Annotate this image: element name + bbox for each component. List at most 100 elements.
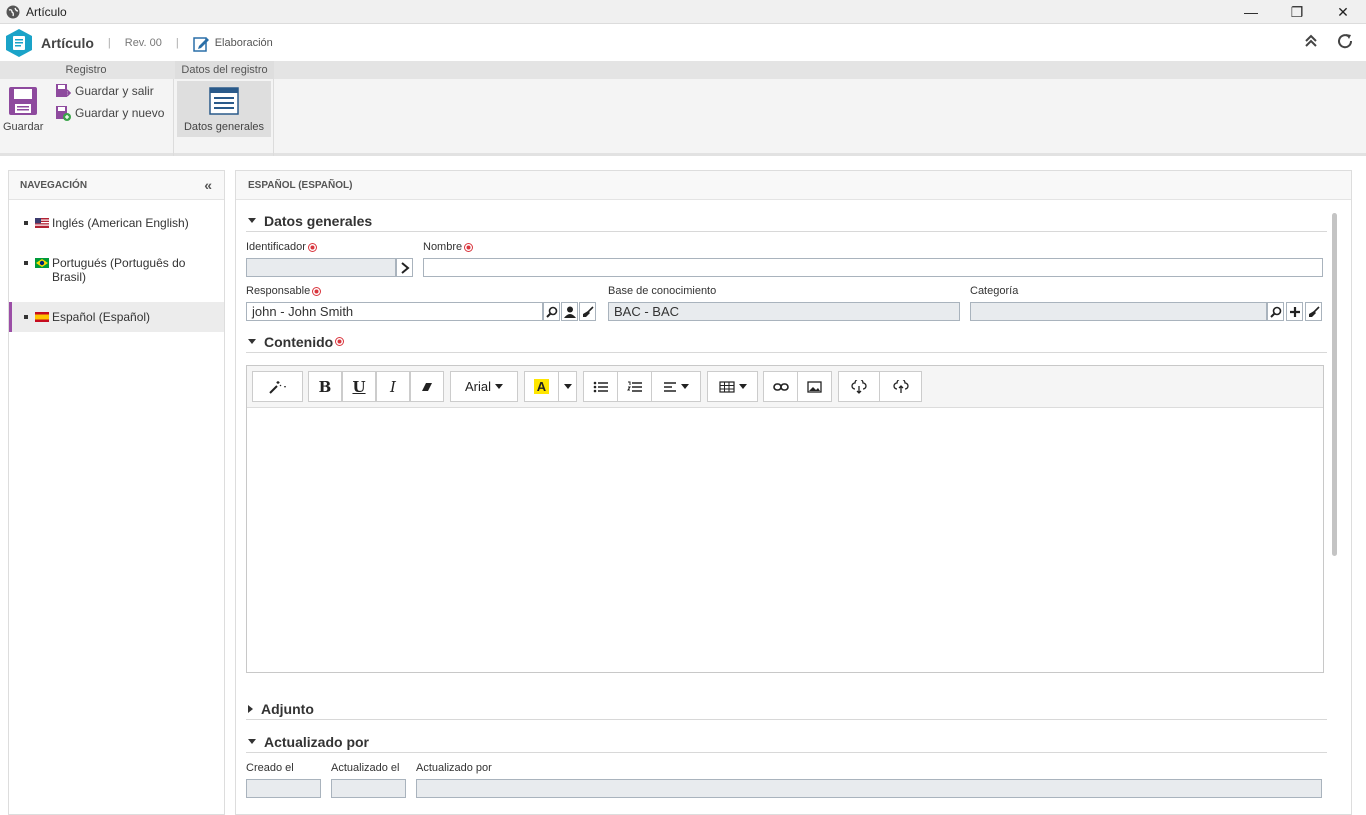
refresh-icon[interactable] [1336,33,1354,49]
header-separator: | [107,37,111,49]
underline-button[interactable]: U [342,371,376,402]
category-clear-button[interactable] [1305,302,1322,321]
nav-item-english[interactable]: Inglés (American English) [9,216,224,232]
name-label: Nombre [423,241,474,253]
bullet-list-button[interactable] [583,371,618,402]
bullet [24,261,28,265]
responsible-clear-button[interactable] [579,302,596,321]
knowledge-base-label: Base de conocimiento [608,285,717,297]
save-exit-button[interactable]: Guardar y salir [55,83,154,99]
search-icon [1269,306,1281,318]
required-icon [464,242,474,252]
restore-icon: ❐ [1290,3,1304,20]
rich-text-editor: B U I Arial A [246,365,1324,673]
window-title: Artículo [26,4,67,19]
font-family-select[interactable]: Arial [450,371,518,402]
nav-item-label: Español (Español) [52,310,151,324]
minimize-button[interactable]: — [1228,0,1274,24]
status-label: Elaboración [214,37,273,49]
italic-button[interactable]: I [376,371,410,402]
section-content[interactable]: Contenido [246,331,1327,353]
identifier-next-button[interactable] [396,258,413,277]
section-updated-by[interactable]: Actualizado por [246,731,1327,753]
category-field[interactable] [970,302,1267,321]
numbered-list-button[interactable] [617,371,652,402]
section-general-data[interactable]: Datos generales [246,210,1327,232]
save-new-label: Guardar y nuevo [75,106,165,120]
category-label: Categoría [970,285,1019,297]
main-panel: ESPAÑOL (ESPAÑOL) Datos generales Identi… [235,170,1352,815]
ribbon: Registro Datos del registro Guardar Guar… [0,61,1366,156]
close-button[interactable]: ✕ [1320,0,1366,24]
user-icon [563,306,576,318]
eraser-button[interactable] [410,371,444,402]
brazil-flag-icon [35,258,49,268]
caret-down-icon [248,339,256,344]
collapse-nav-icon[interactable]: « [204,177,212,193]
nav-item-spanish[interactable]: Español (Español) [9,302,224,332]
caret-down-icon [563,384,572,389]
highlight-dropdown[interactable] [558,371,577,402]
restore-button[interactable]: ❐ [1274,0,1320,24]
navigation-header: NAVEGACIÓN « [9,171,224,200]
align-left-icon [664,381,676,392]
created-on-field[interactable] [246,779,321,798]
name-field[interactable] [423,258,1323,277]
save-new-button[interactable]: Guardar y nuevo [55,105,164,121]
spain-flag-icon [35,312,49,322]
app-header: Artículo | Rev. 00 | Elaboración [0,25,1366,61]
updated-by-label: Actualizado por [416,762,492,774]
search-icon [545,306,557,318]
eraser-icon [422,382,432,391]
navigation-title: NAVEGACIÓN [20,179,88,191]
highlight-label: A [533,379,550,394]
caret-down-icon [495,384,503,389]
align-button[interactable] [651,371,701,402]
tab-datos-registro[interactable]: Datos del registro [175,61,274,79]
form-list-icon [209,87,239,115]
download-cloud-button[interactable] [838,371,880,402]
section-title: Contenido [264,333,334,350]
link-icon [772,382,789,391]
responsible-search-button[interactable] [543,302,560,321]
close-icon: ✕ [1337,3,1349,20]
updated-by-field[interactable] [416,779,1322,798]
tab-registro[interactable]: Registro [0,61,172,79]
category-add-button[interactable] [1286,302,1303,321]
magic-wand-icon [268,380,286,394]
general-data-button[interactable]: Datos generales [177,81,271,137]
section-attachment[interactable]: Adjunto [246,698,1327,720]
editor-content-area[interactable] [247,408,1323,673]
identifier-field[interactable] [246,258,396,277]
app-name: Artículo [41,35,94,51]
status-badge: Elaboración [192,35,273,52]
nav-item-portuguese[interactable]: Portugués (Português do Brasil) [9,256,224,286]
nav-item-label: Inglés (American English) [52,216,189,230]
save-exit-label: Guardar y salir [75,84,154,98]
responsible-label-text: Responsable [246,285,311,297]
table-button[interactable] [707,371,758,402]
save-button[interactable]: Guardar [3,85,43,133]
upload-cloud-button[interactable] [879,371,922,402]
image-icon [807,380,822,393]
knowledge-base-field[interactable]: BAC - BAC [608,302,960,321]
responsible-user-button[interactable] [561,302,578,321]
image-button[interactable] [797,371,832,402]
broom-icon [1308,305,1320,317]
main-header: ESPAÑOL (ESPAÑOL) [236,171,1351,200]
link-button[interactable] [763,371,798,402]
collapse-up-icon[interactable] [1304,33,1318,49]
responsible-field[interactable]: john - John Smith [246,302,543,321]
highlight-button[interactable]: A [524,371,559,402]
editor-toolbar: B U I Arial A [247,366,1323,408]
bold-button[interactable]: B [308,371,342,402]
category-search-button[interactable] [1267,302,1284,321]
section-title: Actualizado por [264,733,370,750]
minimize-icon: — [1244,4,1258,20]
section-title: Datos generales [264,212,373,229]
vertical-scrollbar[interactable] [1332,213,1337,556]
magic-wand-button[interactable] [252,371,303,402]
updated-on-field[interactable] [331,779,406,798]
responsible-label: Responsable [246,285,322,297]
header-separator: | [175,37,179,49]
